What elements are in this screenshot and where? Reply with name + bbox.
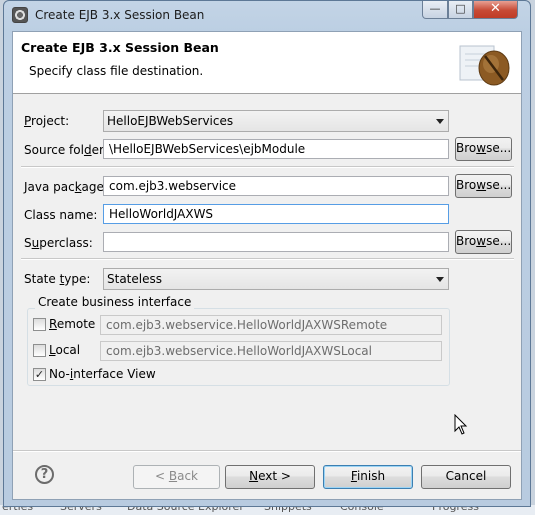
project-combo[interactable]: HelloEJBWebServices — [103, 110, 449, 132]
local-checkbox[interactable] — [33, 344, 46, 357]
wizard-banner: Create EJB 3.x Session Bean Specify clas… — [13, 32, 521, 94]
remote-label: Remote — [49, 317, 96, 331]
class-name-label: Class name: — [24, 208, 98, 222]
state-type-label: State type: — [24, 272, 91, 286]
help-icon[interactable]: ? — [35, 465, 54, 484]
local-label: Local — [49, 343, 81, 357]
no-interface-view-label: No-interface View — [49, 367, 156, 381]
class-name-field[interactable]: HelloWorldJAXWS — [103, 204, 449, 224]
source-folder-field[interactable]: \HelloEJBWebServices\ejbModule — [103, 139, 449, 159]
project-value: HelloEJBWebServices — [107, 114, 234, 128]
project-label: Project: — [24, 114, 70, 128]
cancel-button[interactable]: Cancel — [421, 465, 511, 489]
remote-checkbox[interactable] — [33, 318, 46, 331]
browse-source-folder-button[interactable]: Browse... — [455, 137, 512, 161]
remote-interface-field: com.ejb3.webservice.HelloWorldJAXWSRemot… — [100, 315, 442, 335]
coffee-bean-icon — [459, 45, 510, 86]
separator — [21, 258, 514, 260]
finish-button[interactable]: Finish — [323, 465, 413, 489]
dropdown-arrow-icon — [436, 119, 444, 124]
banner-description: Specify class file destination. — [29, 64, 204, 78]
minimize-button[interactable]: — — [422, 1, 448, 19]
separator — [21, 166, 514, 168]
java-package-field[interactable]: com.ejb3.webservice — [103, 176, 449, 196]
dropdown-arrow-icon — [436, 277, 444, 282]
app-icon — [12, 7, 28, 23]
next-button[interactable]: Next > — [225, 465, 315, 489]
dialog-content: Create EJB 3.x Session Bean Specify clas… — [12, 31, 522, 500]
title-bar[interactable]: Create EJB 3.x Session Bean — □ ✕ — [4, 1, 530, 29]
state-type-value: Stateless — [107, 272, 162, 286]
state-type-combo[interactable]: Stateless — [103, 268, 449, 290]
no-interface-view-checkbox[interactable]: ✓ — [33, 368, 46, 381]
superclass-label: Superclass: — [24, 236, 93, 250]
checkbox-checked-icon: ✓ — [34, 368, 45, 381]
browse-package-button[interactable]: Browse... — [455, 174, 512, 198]
banner-title: Create EJB 3.x Session Bean — [21, 40, 219, 55]
dialog-window: Create EJB 3.x Session Bean — □ ✕ Create… — [3, 0, 531, 507]
source-folder-label: Source folder: — [24, 143, 108, 157]
close-button[interactable]: ✕ — [473, 1, 518, 19]
java-package-label: Java package: — [24, 180, 108, 194]
business-interface-group-title: Create business interface — [35, 295, 195, 309]
mouse-cursor-icon — [454, 414, 468, 435]
superclass-field[interactable] — [103, 232, 449, 252]
browse-superclass-button[interactable]: Browse... — [455, 230, 512, 254]
footer-separator — [13, 450, 521, 452]
local-interface-field: com.ejb3.webservice.HelloWorldJAXWSLocal — [100, 341, 442, 361]
back-button[interactable]: < Back — [133, 465, 220, 489]
window-title: Create EJB 3.x Session Bean — [35, 8, 205, 22]
maximize-button[interactable]: □ — [448, 1, 473, 19]
